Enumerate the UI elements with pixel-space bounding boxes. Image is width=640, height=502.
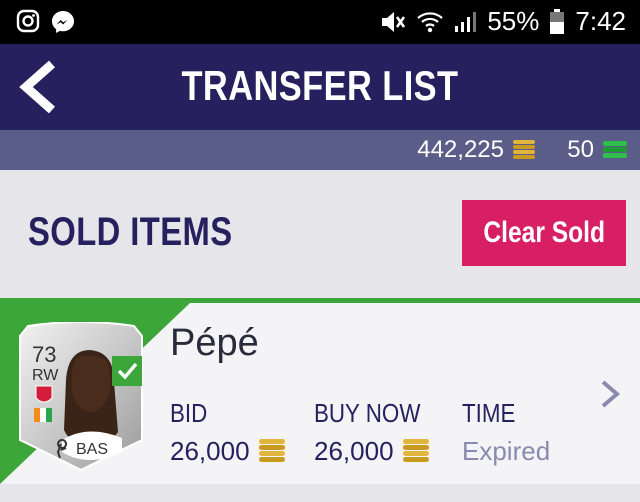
messenger-icon	[52, 11, 74, 33]
chemistry-style: BAS	[76, 441, 108, 458]
player-name: Pépé	[170, 322, 259, 364]
club-badge-icon	[35, 385, 53, 403]
instagram-icon	[16, 9, 40, 33]
clock: 7:42	[575, 6, 626, 36]
time-value: Expired	[462, 436, 551, 466]
signal-icon	[455, 11, 477, 32]
mute-icon	[382, 11, 406, 32]
battery-icon	[550, 8, 565, 34]
coin-stack-icon	[258, 438, 285, 462]
bid-value: 26,000	[170, 436, 250, 466]
bid-label: BID	[170, 398, 208, 428]
list-bottom-spacer	[0, 484, 640, 502]
buy-now-label: BUY NOW	[314, 398, 421, 428]
points-value: 50	[567, 136, 594, 163]
player-rating: 73	[32, 342, 56, 367]
currency-bar: 442,225 50	[0, 130, 640, 170]
status-bar: 55% 7:42	[0, 0, 640, 44]
buy-now-value: 26,000	[314, 436, 394, 466]
chevron-left-icon[interactable]	[12, 58, 62, 116]
time-label: TIME	[462, 398, 516, 428]
coin-stack-icon	[402, 438, 429, 462]
coins-value: 442,225	[417, 136, 504, 163]
battery-percent: 55%	[487, 6, 540, 36]
clear-sold-button[interactable]: Clear Sold	[462, 200, 626, 266]
coins-balance: 442,225	[417, 136, 536, 164]
player-card[interactable]: 73 RW BAS	[18, 322, 144, 472]
wifi-icon	[417, 11, 444, 32]
nation-flag-icon	[34, 408, 52, 422]
clear-sold-label: Clear Sold	[483, 216, 605, 249]
points-balance: 50	[567, 136, 628, 164]
bid-value-wrap: 26,000	[170, 436, 286, 467]
points-stack-icon	[603, 141, 627, 158]
coin-stack-icon	[513, 140, 535, 159]
buy-now-value-wrap: 26,000	[314, 436, 430, 467]
header-bar: TRANSFER LIST	[0, 44, 640, 130]
chevron-right-icon[interactable]	[598, 378, 622, 410]
page-title: TRANSFER LIST	[181, 62, 459, 109]
player-position: RW	[32, 367, 59, 384]
section-title: SOLD ITEMS	[28, 210, 233, 254]
